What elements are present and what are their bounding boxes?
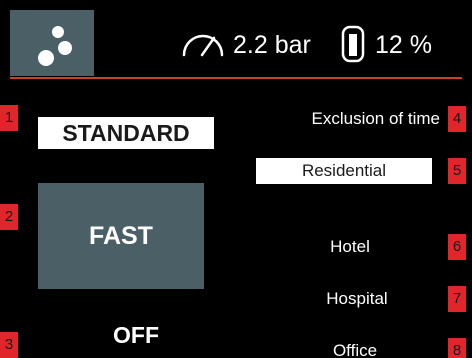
exclusion-of-time-option[interactable]: Exclusion of time — [268, 108, 441, 130]
gauge-icon — [182, 34, 224, 57]
fast-mode-label: FAST — [89, 221, 153, 250]
logo — [10, 10, 94, 76]
office-option[interactable]: Office — [300, 340, 410, 358]
level-readout: 12 % — [375, 31, 432, 59]
dots-logo-icon — [38, 26, 72, 66]
residential-option[interactable]: Residential — [256, 158, 432, 184]
header-divider — [10, 77, 462, 79]
fast-mode-button[interactable]: FAST — [38, 183, 204, 289]
marker-4: 4 — [448, 106, 466, 132]
hotel-option[interactable]: Hotel — [300, 236, 400, 258]
tank-level-icon — [341, 25, 365, 63]
controller-screen: 2.2 bar 12 % 1 STANDARD 2 FAST 3 OFF Exc… — [0, 0, 472, 358]
standard-mode-label: STANDARD — [62, 119, 190, 146]
standard-mode-button[interactable]: STANDARD — [38, 117, 214, 149]
marker-7: 7 — [448, 286, 466, 312]
off-mode-label: OFF — [113, 321, 159, 348]
hospital-option[interactable]: Hospital — [300, 288, 414, 310]
pressure-readout: 2.2 bar — [233, 31, 311, 59]
marker-1: 1 — [0, 105, 18, 131]
marker-6: 6 — [448, 234, 466, 260]
marker-5: 5 — [448, 158, 466, 184]
marker-2: 2 — [0, 204, 18, 230]
marker-8: 8 — [448, 338, 466, 358]
marker-3: 3 — [0, 332, 18, 358]
off-mode-button[interactable]: OFF — [38, 318, 234, 352]
